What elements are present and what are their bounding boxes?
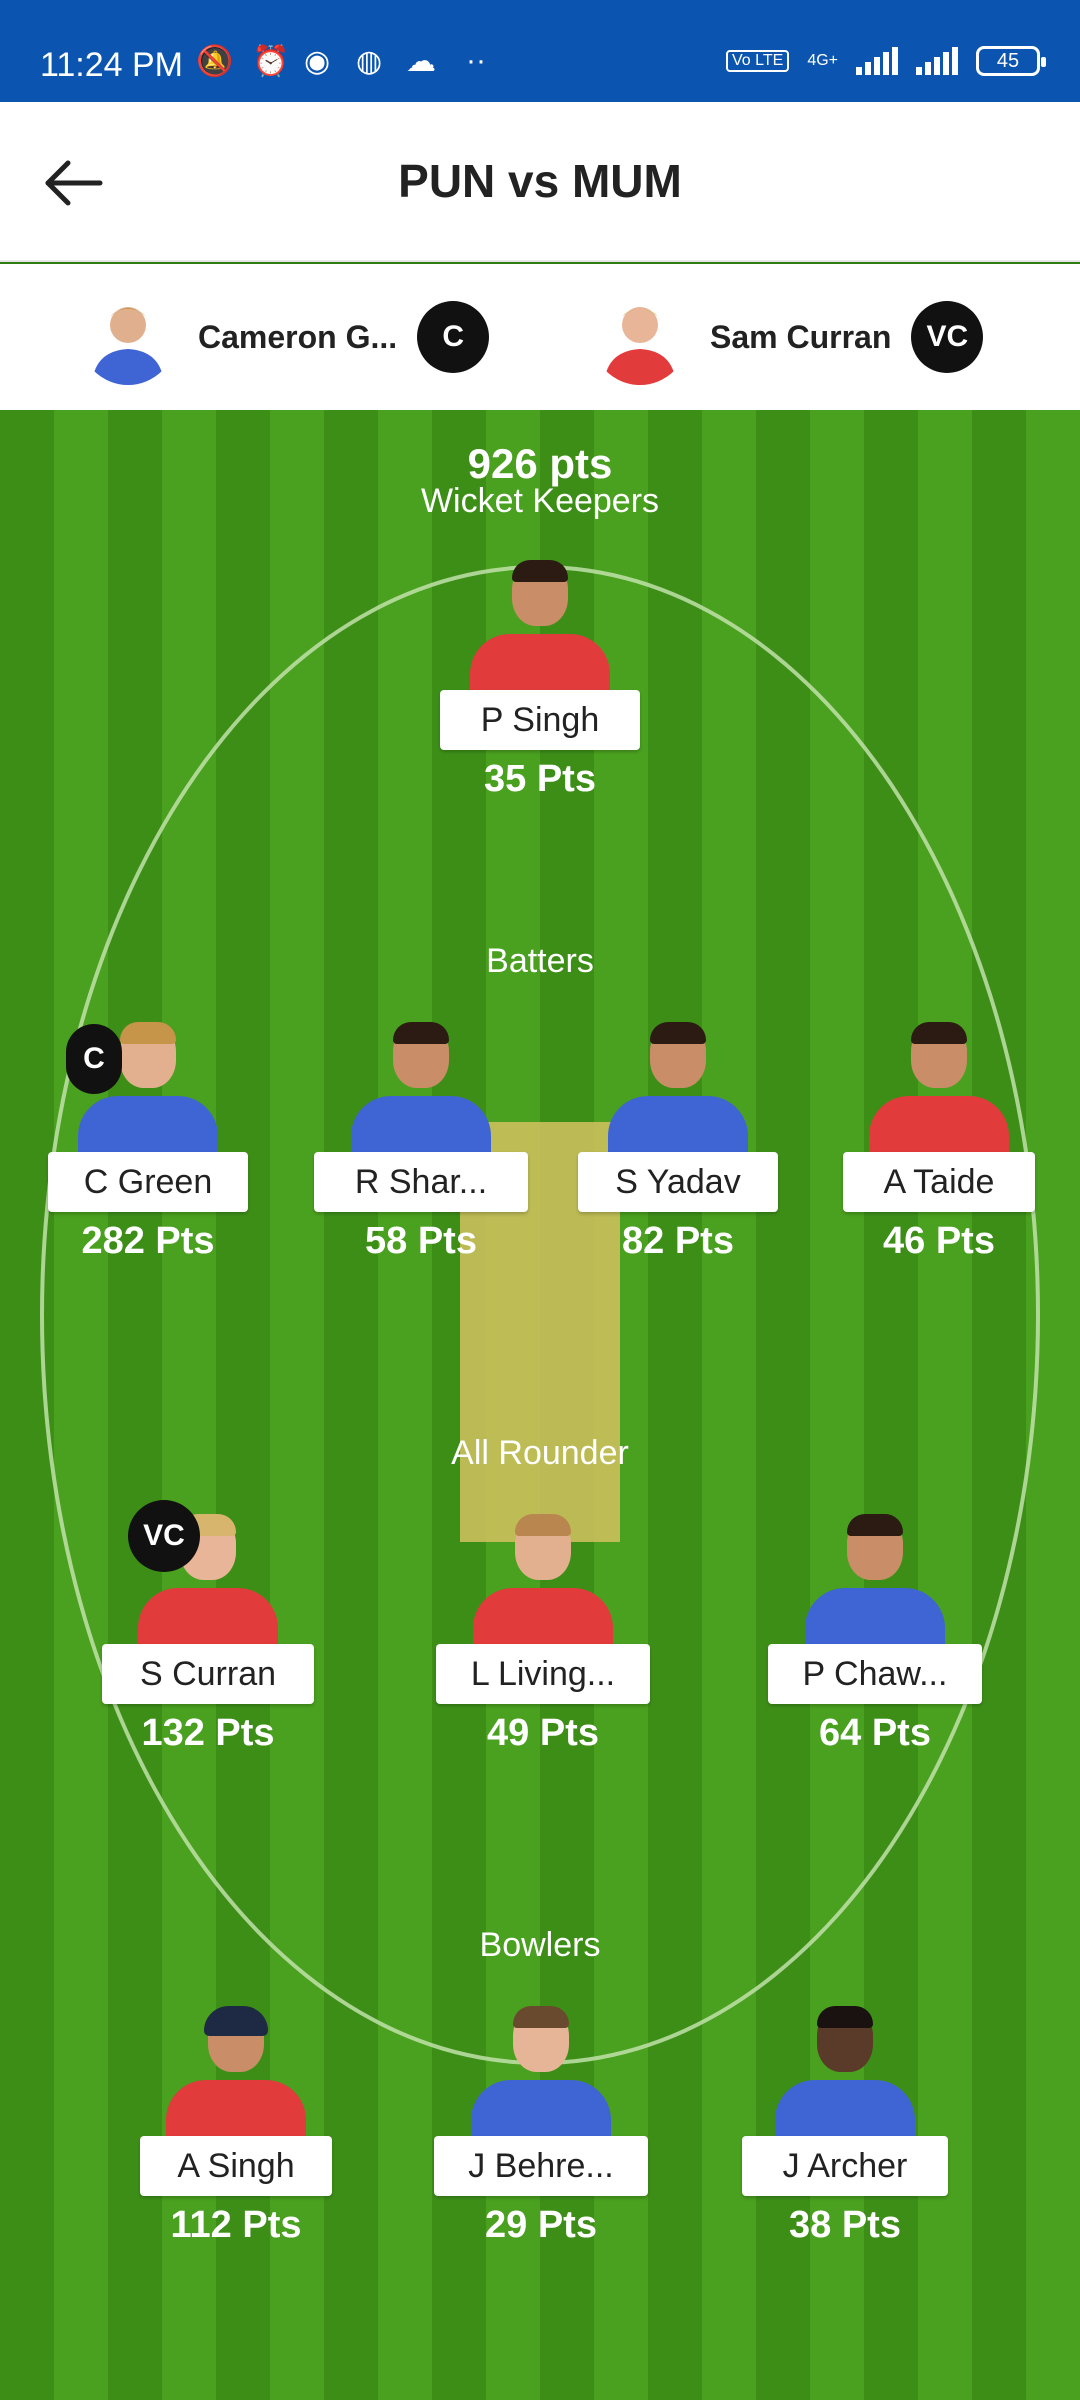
mute-notification-icon: 🔕 (196, 45, 234, 78)
player-card-l-livingstone[interactable]: L Living... 49 Pts (436, 1514, 650, 1754)
player-card-s-curran[interactable]: VC S Curran 132 Pts (102, 1500, 314, 1754)
section-bowlers: Bowlers (479, 1926, 601, 1964)
player-points: 112 Pts (170, 2204, 302, 2246)
messenger-icon: ◉ (304, 45, 331, 78)
player-jersey (78, 1096, 218, 1158)
player-name: S Yadav (578, 1152, 778, 1212)
chat-icon: ◍ (356, 45, 383, 78)
signal-icon (856, 47, 898, 75)
captain-strip: Cameron G... C Sam Curran VC (0, 264, 1080, 410)
captain-name: Cameron G... (198, 318, 398, 355)
player-name: C Green (48, 1152, 248, 1212)
section-batters: Batters (486, 942, 594, 980)
player-points: 58 Pts (365, 1220, 477, 1262)
player-jersey (608, 1096, 748, 1158)
player-name: P Chaw... (768, 1644, 982, 1704)
player-card-a-taide[interactable]: A Taide 46 Pts (843, 1022, 1035, 1262)
player-points: 132 Pts (141, 1712, 275, 1754)
vice-captain-badge: VC (128, 1500, 200, 1572)
team-total-points: 926 pts (467, 440, 613, 487)
player-jersey (805, 1588, 945, 1650)
volte-icon: Vo LTE (726, 50, 790, 72)
player-card-p-chawla[interactable]: P Chaw... 64 Pts (768, 1514, 982, 1754)
player-name: J Archer (742, 2136, 948, 2196)
player-points: 64 Pts (819, 1712, 931, 1754)
vice-captain-badge: VC (911, 301, 984, 373)
battery-icon: 45 (976, 46, 1046, 76)
player-card-s-yadav[interactable]: S Yadav 82 Pts (578, 1022, 778, 1262)
player-jersey (470, 634, 610, 696)
player-jersey (869, 1096, 1009, 1158)
player-card-c-green[interactable]: C C Green 282 Pts (48, 1022, 248, 1262)
vice-captain-item[interactable]: Sam Curran VC (592, 289, 984, 385)
player-points: 46 Pts (883, 1220, 995, 1262)
status-bar: 11:24 PM 🔕 ⏰ ◉ ◍ ☁ ·· Vo LTE 4G+ 45 (0, 0, 1080, 102)
player-card-r-sharma[interactable]: R Shar... 58 Pts (314, 1022, 528, 1262)
player-jersey (471, 2080, 611, 2142)
captain-badge: C (66, 1024, 122, 1094)
battery-level: 45 (996, 49, 1020, 72)
signal-icon-2 (916, 47, 958, 75)
page-title: PUN vs MUM (398, 155, 682, 207)
section-all-rounder: All Rounder (451, 1434, 629, 1472)
player-points: 49 Pts (487, 1712, 599, 1754)
captain-badge: C (417, 301, 490, 373)
player-points: 82 Pts (622, 1220, 734, 1262)
cricket-field: 926 pts Wicket Keepers Batters All Round… (0, 410, 1080, 2400)
vice-captain-name: Sam Curran (710, 318, 892, 355)
section-wicket-keepers: Wicket Keepers (420, 482, 660, 520)
player-jersey (166, 2080, 306, 2142)
player-points: 35 Pts (484, 758, 596, 800)
cloud-icon: ☁ (406, 45, 436, 78)
app-header: PUN vs MUM (0, 102, 1080, 262)
alarm-icon: ⏰ (252, 45, 290, 78)
player-name: J Behre... (434, 2136, 648, 2196)
player-points: 38 Pts (789, 2204, 901, 2246)
captain-item[interactable]: Cameron G... C (80, 289, 490, 385)
vice-captain-avatar (592, 289, 688, 385)
more-dots-icon: ·· (466, 44, 486, 77)
player-points: 282 Pts (81, 1220, 215, 1262)
player-jersey (138, 1588, 278, 1650)
player-name: A Taide (843, 1152, 1035, 1212)
player-points: 29 Pts (485, 2204, 597, 2246)
player-name: P Singh (440, 690, 640, 750)
player-card-j-archer[interactable]: J Archer 38 Pts (742, 2006, 948, 2246)
captain-avatar (80, 289, 176, 385)
player-jersey (775, 2080, 915, 2142)
player-card-p-singh[interactable]: P Singh 35 Pts (440, 560, 640, 800)
network-type: 4G+ (807, 52, 838, 69)
player-jersey (473, 1588, 613, 1650)
player-card-a-singh[interactable]: A Singh 112 Pts (140, 2006, 332, 2246)
player-name: R Shar... (314, 1152, 528, 1212)
status-time: 11:24 PM (40, 46, 184, 84)
player-name: L Living... (436, 1644, 650, 1704)
player-jersey (351, 1096, 491, 1158)
player-card-j-behrendorff[interactable]: J Behre... 29 Pts (434, 2006, 648, 2246)
player-name: A Singh (140, 2136, 332, 2196)
player-name: S Curran (102, 1644, 314, 1704)
